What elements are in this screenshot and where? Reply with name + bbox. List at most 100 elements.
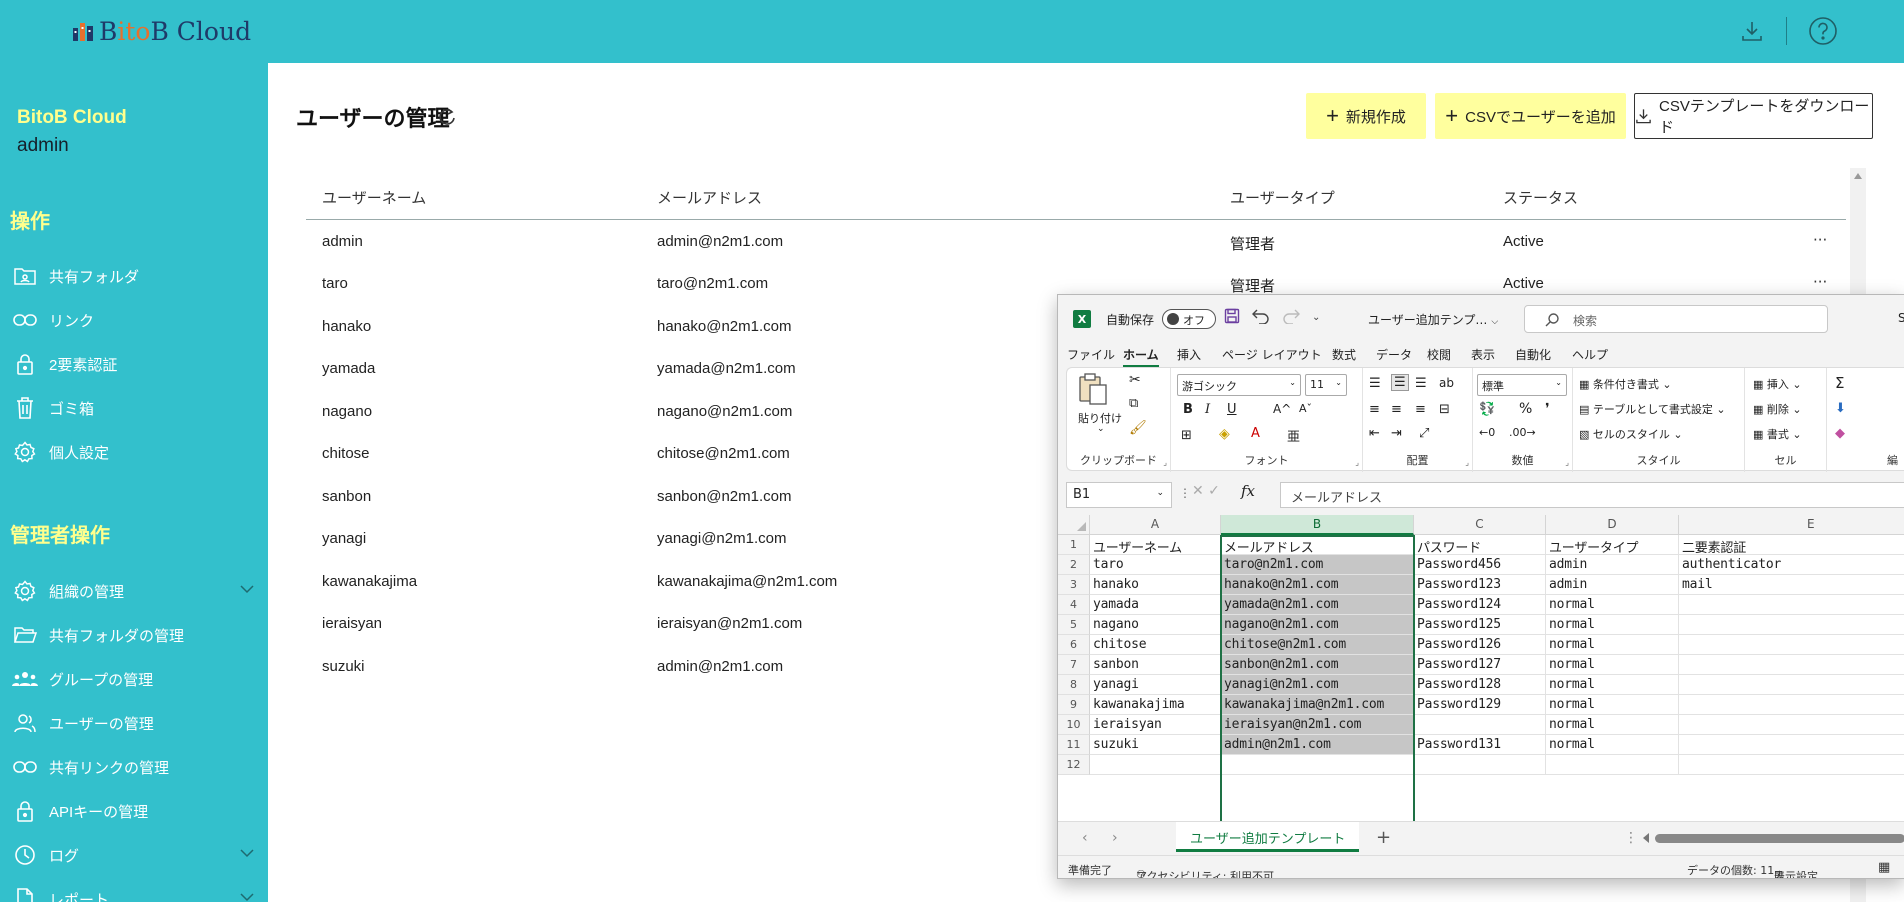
grid-cell[interactable]: Password456	[1414, 555, 1546, 575]
scroll-thumb[interactable]	[1655, 834, 1904, 843]
grid-cell[interactable]: yamada@n2m1.com	[1221, 595, 1414, 615]
menu-view[interactable]: 表示	[1471, 346, 1495, 363]
format-cells-button[interactable]: ▦ 書式 ⌄	[1753, 426, 1802, 442]
download-button[interactable]	[1735, 14, 1769, 48]
table-row[interactable]: admin admin@n2m1.com 管理者 Active ···	[0, 227, 1904, 257]
menu-help[interactable]: ヘルプ	[1572, 346, 1608, 363]
col-header-d[interactable]: D	[1546, 515, 1679, 535]
menu-automate[interactable]: 自動化	[1515, 346, 1551, 363]
grid-cell[interactable]	[1679, 615, 1904, 635]
row-header[interactable]: 4	[1058, 595, 1090, 615]
delete-cells-button[interactable]: ▦ 削除 ⌄	[1753, 401, 1802, 417]
autosave-toggle[interactable]: オフ	[1162, 309, 1216, 329]
shrink-font-button[interactable]: Aˇ	[1299, 402, 1312, 415]
align-center-icon[interactable]: ≡	[1391, 402, 1402, 417]
save-icon[interactable]	[1224, 308, 1240, 328]
align-right-icon[interactable]: ≡	[1415, 402, 1426, 417]
menu-formulas[interactable]: 数式	[1332, 346, 1356, 363]
grid-cell[interactable]: nagano	[1090, 615, 1221, 635]
horizontal-scrollbar[interactable]	[1643, 832, 1904, 844]
grid-cell[interactable]: normal	[1546, 675, 1679, 695]
grid-cell[interactable]: Password123	[1414, 575, 1546, 595]
grid-cell[interactable]	[1679, 735, 1904, 755]
grow-font-button[interactable]: A^	[1273, 402, 1291, 416]
grid-cell[interactable]: normal	[1546, 655, 1679, 675]
grid-cell[interactable]: Password127	[1414, 655, 1546, 675]
col-header-b[interactable]: B	[1221, 515, 1414, 535]
row-header[interactable]: 5	[1058, 615, 1090, 635]
scroll-left-icon[interactable]	[1643, 833, 1649, 843]
grid-cell[interactable]: ユーザータイプ	[1546, 535, 1679, 555]
grid-cell[interactable]: yanagi@n2m1.com	[1221, 675, 1414, 695]
chevron-down-icon[interactable]: ⌄	[1097, 424, 1105, 434]
phonetic-icon[interactable]: 亜	[1287, 426, 1300, 445]
more-options-icon[interactable]: ⋮	[1179, 486, 1191, 500]
row-header[interactable]: 10	[1058, 715, 1090, 735]
clear-icon[interactable]: ◆	[1835, 426, 1845, 441]
row-header[interactable]: 6	[1058, 635, 1090, 655]
wrap-text-icon[interactable]: ab	[1439, 376, 1454, 390]
currency-icon[interactable]: 💱	[1479, 402, 1495, 417]
row-menu-button[interactable]: ···	[1813, 231, 1827, 249]
grid-cell[interactable]	[1679, 595, 1904, 615]
grid-cell[interactable]	[1679, 655, 1904, 675]
conditional-format-button[interactable]: ▦ 条件付き書式 ⌄	[1579, 376, 1672, 392]
grid-cell[interactable]: admin	[1546, 555, 1679, 575]
copy-icon[interactable]: ⧉	[1129, 396, 1138, 411]
cut-icon[interactable]: ✂	[1129, 372, 1141, 388]
formula-input[interactable]: メールアドレス	[1280, 482, 1904, 508]
grid-cell[interactable]: authenticator	[1679, 555, 1904, 575]
paste-icon[interactable]	[1077, 372, 1109, 409]
logo[interactable]: Bito B Cloud	[72, 14, 251, 48]
add-sheet-button[interactable]: +	[1376, 827, 1391, 848]
grid-cell[interactable]: sanbon@n2m1.com	[1221, 655, 1414, 675]
row-header[interactable]: 9	[1058, 695, 1090, 715]
merge-icon[interactable]: ⊟	[1439, 402, 1450, 417]
grid-cell[interactable]: Password126	[1414, 635, 1546, 655]
row-header[interactable]: 12	[1058, 755, 1090, 775]
font-size-select[interactable]: 11 ⌄	[1305, 374, 1347, 396]
cancel-icon[interactable]: ✕ ✓	[1192, 483, 1220, 499]
grid-cell[interactable]: normal	[1546, 735, 1679, 755]
autosum-button[interactable]: Σ	[1835, 374, 1844, 392]
italic-button[interactable]: I	[1205, 402, 1210, 417]
grid-cell[interactable]: yanagi	[1090, 675, 1221, 695]
grid-cell[interactable]: メールアドレス	[1221, 535, 1414, 555]
sidebar-item-report[interactable]: レポート	[12, 884, 262, 902]
grid-cell[interactable]: chitose	[1090, 635, 1221, 655]
grid-cell[interactable]: hanako	[1090, 575, 1221, 595]
grid-cell[interactable]: chitose@n2m1.com	[1221, 635, 1414, 655]
grid-cell[interactable]	[1679, 695, 1904, 715]
grid-cell[interactable]: admin@n2m1.com	[1221, 735, 1414, 755]
column-header-usertype[interactable]: ユーザータイプ	[1230, 187, 1335, 208]
grid-cell[interactable]	[1414, 755, 1546, 775]
select-all-corner[interactable]	[1058, 515, 1090, 535]
menu-page-layout[interactable]: ページ レイアウト	[1222, 346, 1322, 363]
excel-search-box[interactable]: 検索	[1524, 305, 1828, 333]
dialog-launcher-icon[interactable]: ⌟	[1355, 458, 1359, 467]
menu-insert[interactable]: 挿入	[1177, 346, 1201, 363]
grid-cell[interactable]: ieraisyan@n2m1.com	[1221, 715, 1414, 735]
orientation-icon[interactable]: ⤢	[1419, 426, 1429, 441]
grid-cell[interactable]: normal	[1546, 715, 1679, 735]
grid-cell[interactable]: Password124	[1414, 595, 1546, 615]
bold-button[interactable]: B	[1183, 402, 1193, 417]
csv-template-download-button[interactable]: CSVテンプレートをダウンロード	[1634, 93, 1873, 139]
font-color-icon[interactable]: A	[1251, 426, 1260, 441]
grid-cell[interactable]: パスワード	[1414, 535, 1546, 555]
more-options-icon[interactable]: ⋮	[1624, 830, 1638, 846]
grid-cell[interactable]	[1679, 675, 1904, 695]
grid-cell[interactable]: suzuki	[1090, 735, 1221, 755]
grid-cell[interactable]: Password125	[1414, 615, 1546, 635]
grid-cell[interactable]	[1679, 635, 1904, 655]
col-header-a[interactable]: A	[1090, 515, 1221, 535]
col-header-c[interactable]: C	[1414, 515, 1546, 535]
grid-cell[interactable]: admin	[1546, 575, 1679, 595]
sidebar-item-log[interactable]: ログ	[12, 840, 262, 870]
dialog-launcher-icon[interactable]: ⌟	[1565, 458, 1569, 467]
insert-cells-button[interactable]: ▦ 挿入 ⌄	[1753, 376, 1802, 392]
borders-icon[interactable]: ⊞	[1181, 428, 1192, 443]
number-format-select[interactable]: 標準 ⌄	[1477, 374, 1567, 396]
grid-cell[interactable]: ieraisyan	[1090, 715, 1221, 735]
csv-add-users-button[interactable]: + CSVでユーザーを追加	[1435, 93, 1626, 139]
